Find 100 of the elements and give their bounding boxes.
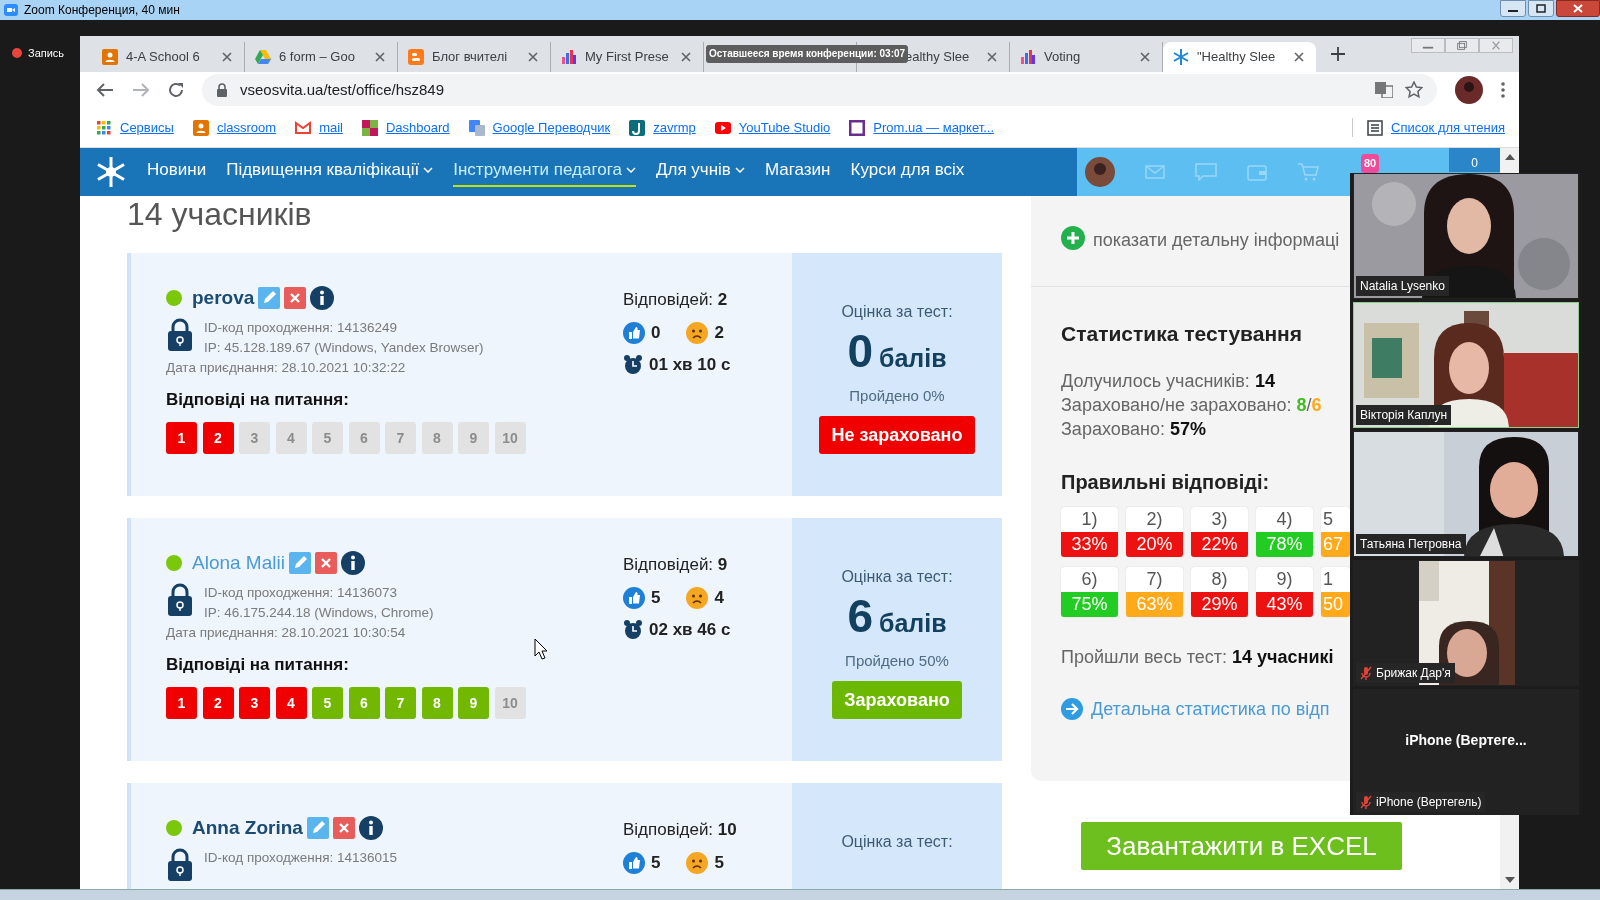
question-label: 7) bbox=[1145, 568, 1164, 591]
stats-link[interactable]: Детальна статистика по відп bbox=[1091, 695, 1330, 723]
question-number[interactable]: 3 bbox=[239, 687, 270, 719]
question-number[interactable]: 9 bbox=[458, 422, 489, 454]
nav-link[interactable]: Курси для всіх bbox=[850, 157, 965, 187]
question-number[interactable]: 6 bbox=[348, 687, 380, 719]
close-icon[interactable] bbox=[985, 50, 999, 64]
info-icon[interactable] bbox=[358, 816, 383, 840]
play-icon bbox=[714, 119, 731, 136]
menu-icon[interactable] bbox=[1501, 82, 1505, 98]
question-number[interactable]: 7 bbox=[385, 687, 416, 719]
video-tile[interactable]: Вікторія Каплун bbox=[1353, 302, 1579, 428]
question-number[interactable]: 2 bbox=[202, 687, 234, 719]
video-tile[interactable]: Natalia Lysenko bbox=[1353, 173, 1579, 299]
question-number[interactable]: 10 bbox=[494, 422, 526, 454]
student-name[interactable]: Alona Malii bbox=[192, 548, 285, 578]
question-number[interactable]: 4 bbox=[275, 687, 307, 719]
close-icon[interactable] bbox=[526, 50, 540, 64]
cart-count[interactable]: 0 bbox=[1449, 148, 1500, 172]
browser-tab[interactable]: 6 form – Goo bbox=[245, 42, 398, 72]
question-number[interactable]: 3 bbox=[239, 422, 270, 454]
translate-icon[interactable] bbox=[1375, 82, 1393, 98]
question-number[interactable]: 2 bbox=[202, 422, 234, 454]
reading-list-button[interactable]: Список для чтения bbox=[1352, 117, 1505, 138]
question-number[interactable]: 10 bbox=[494, 687, 526, 719]
bookmark[interactable]: classroom bbox=[192, 117, 277, 138]
star-icon[interactable] bbox=[1405, 81, 1423, 99]
nav-link[interactable]: Новини bbox=[147, 157, 207, 187]
bookmark[interactable]: Сервисы bbox=[96, 117, 174, 138]
window-title: Zoom Конференция, 40 мин bbox=[24, 2, 180, 19]
arrow-circle-icon[interactable] bbox=[1061, 698, 1083, 720]
stats-title: Статистика тестування bbox=[1061, 321, 1303, 347]
likes-count: 5 bbox=[651, 587, 661, 609]
ip-address: IP: 46.175.244.18 (Windows, Chrome) bbox=[204, 604, 434, 622]
question-number[interactable]: 6 bbox=[348, 422, 380, 454]
question-number[interactable]: 9 bbox=[458, 687, 489, 719]
question-number[interactable]: 5 bbox=[312, 687, 343, 719]
minimize-button[interactable] bbox=[1500, 0, 1526, 17]
nav-link[interactable]: Підвищення кваліфікації bbox=[226, 157, 434, 187]
student-name[interactable]: Anna Zorina bbox=[192, 813, 303, 843]
question-number[interactable]: 8 bbox=[421, 422, 453, 454]
avatar-icon[interactable] bbox=[1085, 157, 1115, 187]
close-icon[interactable] bbox=[1292, 50, 1306, 64]
video-tile[interactable]: iPhone (Вертеге... iPhone (Вертегель) bbox=[1353, 689, 1579, 815]
close-button[interactable] bbox=[1556, 0, 1600, 17]
question-number[interactable]: 1 bbox=[166, 422, 197, 454]
new-tab-icon[interactable] bbox=[1330, 45, 1346, 62]
address-bar[interactable]: vseosvita.ua/test/office/hsz849 bbox=[202, 74, 1437, 106]
apps-icon bbox=[96, 119, 112, 136]
bookmark[interactable]: Prom.ua — маркет... bbox=[849, 117, 995, 138]
question-number[interactable]: 8 bbox=[421, 687, 453, 719]
video-tile[interactable]: Татьяна Петровна bbox=[1353, 431, 1579, 557]
recording-label: Запись bbox=[28, 46, 65, 61]
question-number[interactable]: 1 bbox=[166, 687, 197, 719]
dislikes-count: 5 bbox=[714, 852, 724, 874]
tab-title: My First Prese bbox=[585, 48, 670, 67]
question-number[interactable]: 4 bbox=[275, 422, 307, 454]
browser-tab[interactable]: 4-A School 6 bbox=[92, 42, 245, 72]
question-number[interactable]: 7 bbox=[385, 422, 416, 454]
info-icon[interactable] bbox=[310, 286, 335, 310]
avatar-icon[interactable] bbox=[1455, 76, 1483, 104]
close-icon[interactable] bbox=[1138, 50, 1152, 64]
bookmark[interactable]: zavrmp bbox=[629, 117, 696, 138]
verdict-button[interactable]: Не зараховано bbox=[819, 416, 975, 454]
close-icon[interactable] bbox=[220, 50, 234, 64]
nav-link[interactable]: Магазин bbox=[764, 157, 831, 187]
person-icon bbox=[192, 119, 209, 136]
participant-name: Вікторія Каплун bbox=[1360, 407, 1448, 424]
snowflake-logo-icon[interactable] bbox=[95, 156, 127, 188]
browser-tab[interactable]: My First Prese bbox=[551, 42, 704, 72]
nav-link[interactable]: Інструменти педагога bbox=[453, 157, 636, 187]
record-icon bbox=[12, 48, 22, 59]
browser-tab[interactable]: Блог вчителі bbox=[398, 42, 551, 72]
browser-tab[interactable]: "Healthy Slee bbox=[1163, 42, 1316, 72]
restore-icon[interactable] bbox=[1445, 38, 1479, 53]
tab-title: Блог вчителі bbox=[432, 48, 509, 67]
maximize-button[interactable] bbox=[1528, 0, 1554, 17]
scroll-up-icon[interactable] bbox=[1504, 154, 1515, 160]
bookmark[interactable]: Dashboard bbox=[361, 117, 450, 138]
plus-icon[interactable] bbox=[1061, 226, 1085, 250]
question-number[interactable]: 5 bbox=[312, 422, 343, 454]
close-icon[interactable] bbox=[373, 50, 387, 64]
browser-tab[interactable]: Voting bbox=[1010, 42, 1163, 72]
caret-icon bbox=[423, 167, 434, 173]
reload-icon[interactable] bbox=[168, 82, 184, 98]
video-tile[interactable]: Брижак Дар'я bbox=[1353, 560, 1579, 686]
close-icon[interactable] bbox=[679, 50, 693, 64]
bookmark[interactable]: mail bbox=[295, 117, 343, 138]
nav-link[interactable]: Для учнів bbox=[656, 157, 745, 187]
student-name[interactable]: perova bbox=[192, 283, 255, 313]
details-link[interactable]: показати детальну інформаці bbox=[1093, 226, 1340, 254]
bookmark[interactable]: Google Переводчик bbox=[468, 117, 611, 138]
info-icon[interactable] bbox=[340, 551, 365, 575]
score: 0 балів bbox=[846, 327, 948, 379]
verdict-button[interactable]: Зараховано bbox=[832, 681, 962, 719]
back-icon[interactable] bbox=[96, 82, 114, 98]
tab-title: Voting bbox=[1044, 48, 1082, 67]
scroll-down-icon[interactable] bbox=[1504, 877, 1515, 883]
bookmark[interactable]: YouTube Studio bbox=[714, 117, 831, 138]
thumbs-up-icon bbox=[623, 322, 645, 344]
